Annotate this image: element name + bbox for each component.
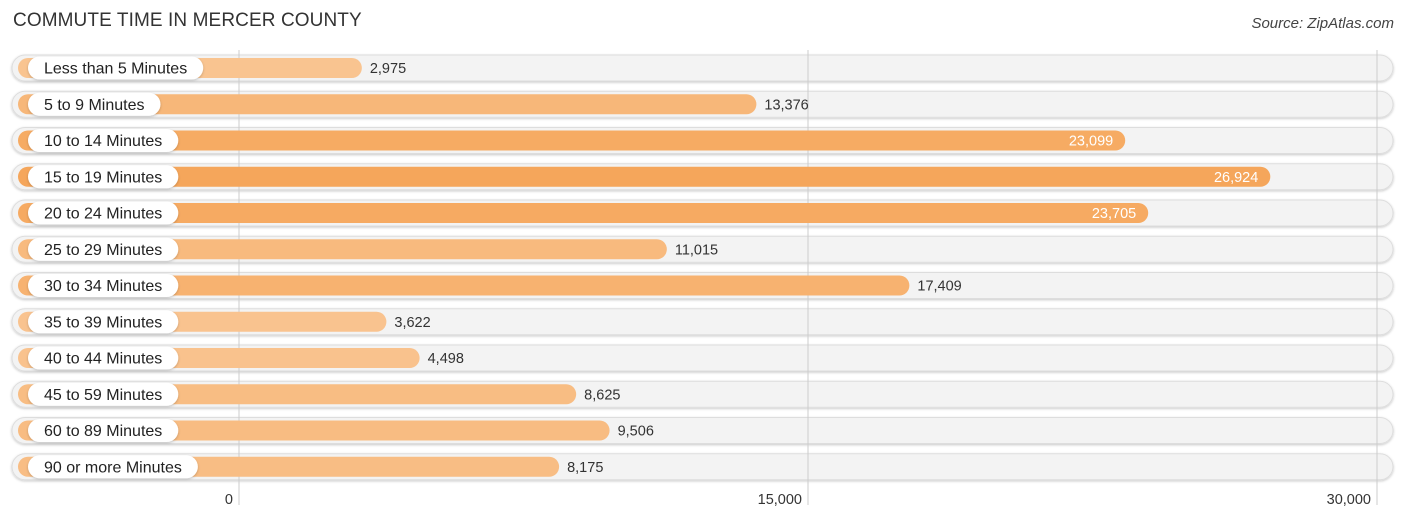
- category-label: 5 to 9 Minutes: [44, 97, 145, 114]
- bars: Less than 5 Minutes 2,975 5 to 9 Minutes 13…: [18, 56, 1271, 479]
- value-label: 8,625: [584, 387, 620, 403]
- category-label: 35 to 39 Minutes: [44, 314, 162, 331]
- bar-row[interactable]: 35 to 39 Minutes 3,622: [18, 310, 431, 334]
- value-label: 13,376: [764, 97, 808, 113]
- bar-row[interactable]: 20 to 24 Minutes 23,705: [18, 201, 1149, 225]
- category-label: 90 or more Minutes: [44, 459, 182, 476]
- category-label: 15 to 19 Minutes: [44, 169, 162, 186]
- x-axis-ticks: 0 15,000 30,000: [225, 492, 1371, 508]
- bar-row[interactable]: 45 to 59 Minutes 8,625: [18, 382, 620, 406]
- category-label: 45 to 59 Minutes: [44, 387, 162, 404]
- bar-chart: Less than 5 Minutes 2,975 5 to 9 Minutes 13…: [11, 50, 1394, 508]
- bar[interactable]: [18, 130, 1126, 151]
- bar-row[interactable]: 5 to 9 Minutes 13,376: [18, 92, 809, 116]
- bar-row[interactable]: 60 to 89 Minutes 9,506: [18, 419, 654, 442]
- value-label: 3,622: [394, 315, 430, 331]
- category-label: 10 to 14 Minutes: [44, 133, 162, 150]
- value-label: 23,099: [1069, 134, 1113, 150]
- value-label: 17,409: [917, 279, 961, 295]
- row-tracks: [11, 54, 1394, 481]
- value-label: 11,015: [675, 242, 718, 258]
- bar-row[interactable]: 10 to 14 Minutes 23,099: [18, 129, 1126, 152]
- category-label: 40 to 44 Minutes: [44, 351, 162, 368]
- category-label: 25 to 29 Minutes: [44, 242, 162, 259]
- category-label: 20 to 24 Minutes: [44, 206, 162, 223]
- bar-row[interactable]: 25 to 29 Minutes 11,015: [18, 237, 718, 261]
- category-label: 30 to 34 Minutes: [44, 278, 162, 295]
- value-label: 4,498: [428, 351, 464, 367]
- value-label: 23,705: [1092, 206, 1136, 222]
- bar-row[interactable]: 15 to 19 Minutes 26,924: [18, 165, 1271, 189]
- value-label: 9,506: [618, 424, 654, 440]
- value-label: 26,924: [1214, 170, 1258, 186]
- value-label: 2,975: [370, 61, 406, 77]
- x-tick-label: 30,000: [1327, 492, 1371, 508]
- category-label: Less than 5 Minutes: [44, 61, 187, 78]
- category-label: 60 to 89 Minutes: [44, 423, 162, 440]
- bar-row[interactable]: 90 or more Minutes 8,175: [18, 455, 603, 479]
- bar-row[interactable]: Less than 5 Minutes 2,975: [18, 56, 406, 80]
- bar[interactable]: [18, 166, 1271, 187]
- bar-row[interactable]: 30 to 34 Minutes 17,409: [18, 274, 962, 297]
- bar[interactable]: [18, 203, 1149, 223]
- bar-row[interactable]: 40 to 44 Minutes 4,498: [18, 346, 464, 370]
- x-tick-label: 15,000: [758, 492, 802, 508]
- x-tick-label: 0: [225, 492, 233, 508]
- value-label: 8,175: [567, 460, 603, 476]
